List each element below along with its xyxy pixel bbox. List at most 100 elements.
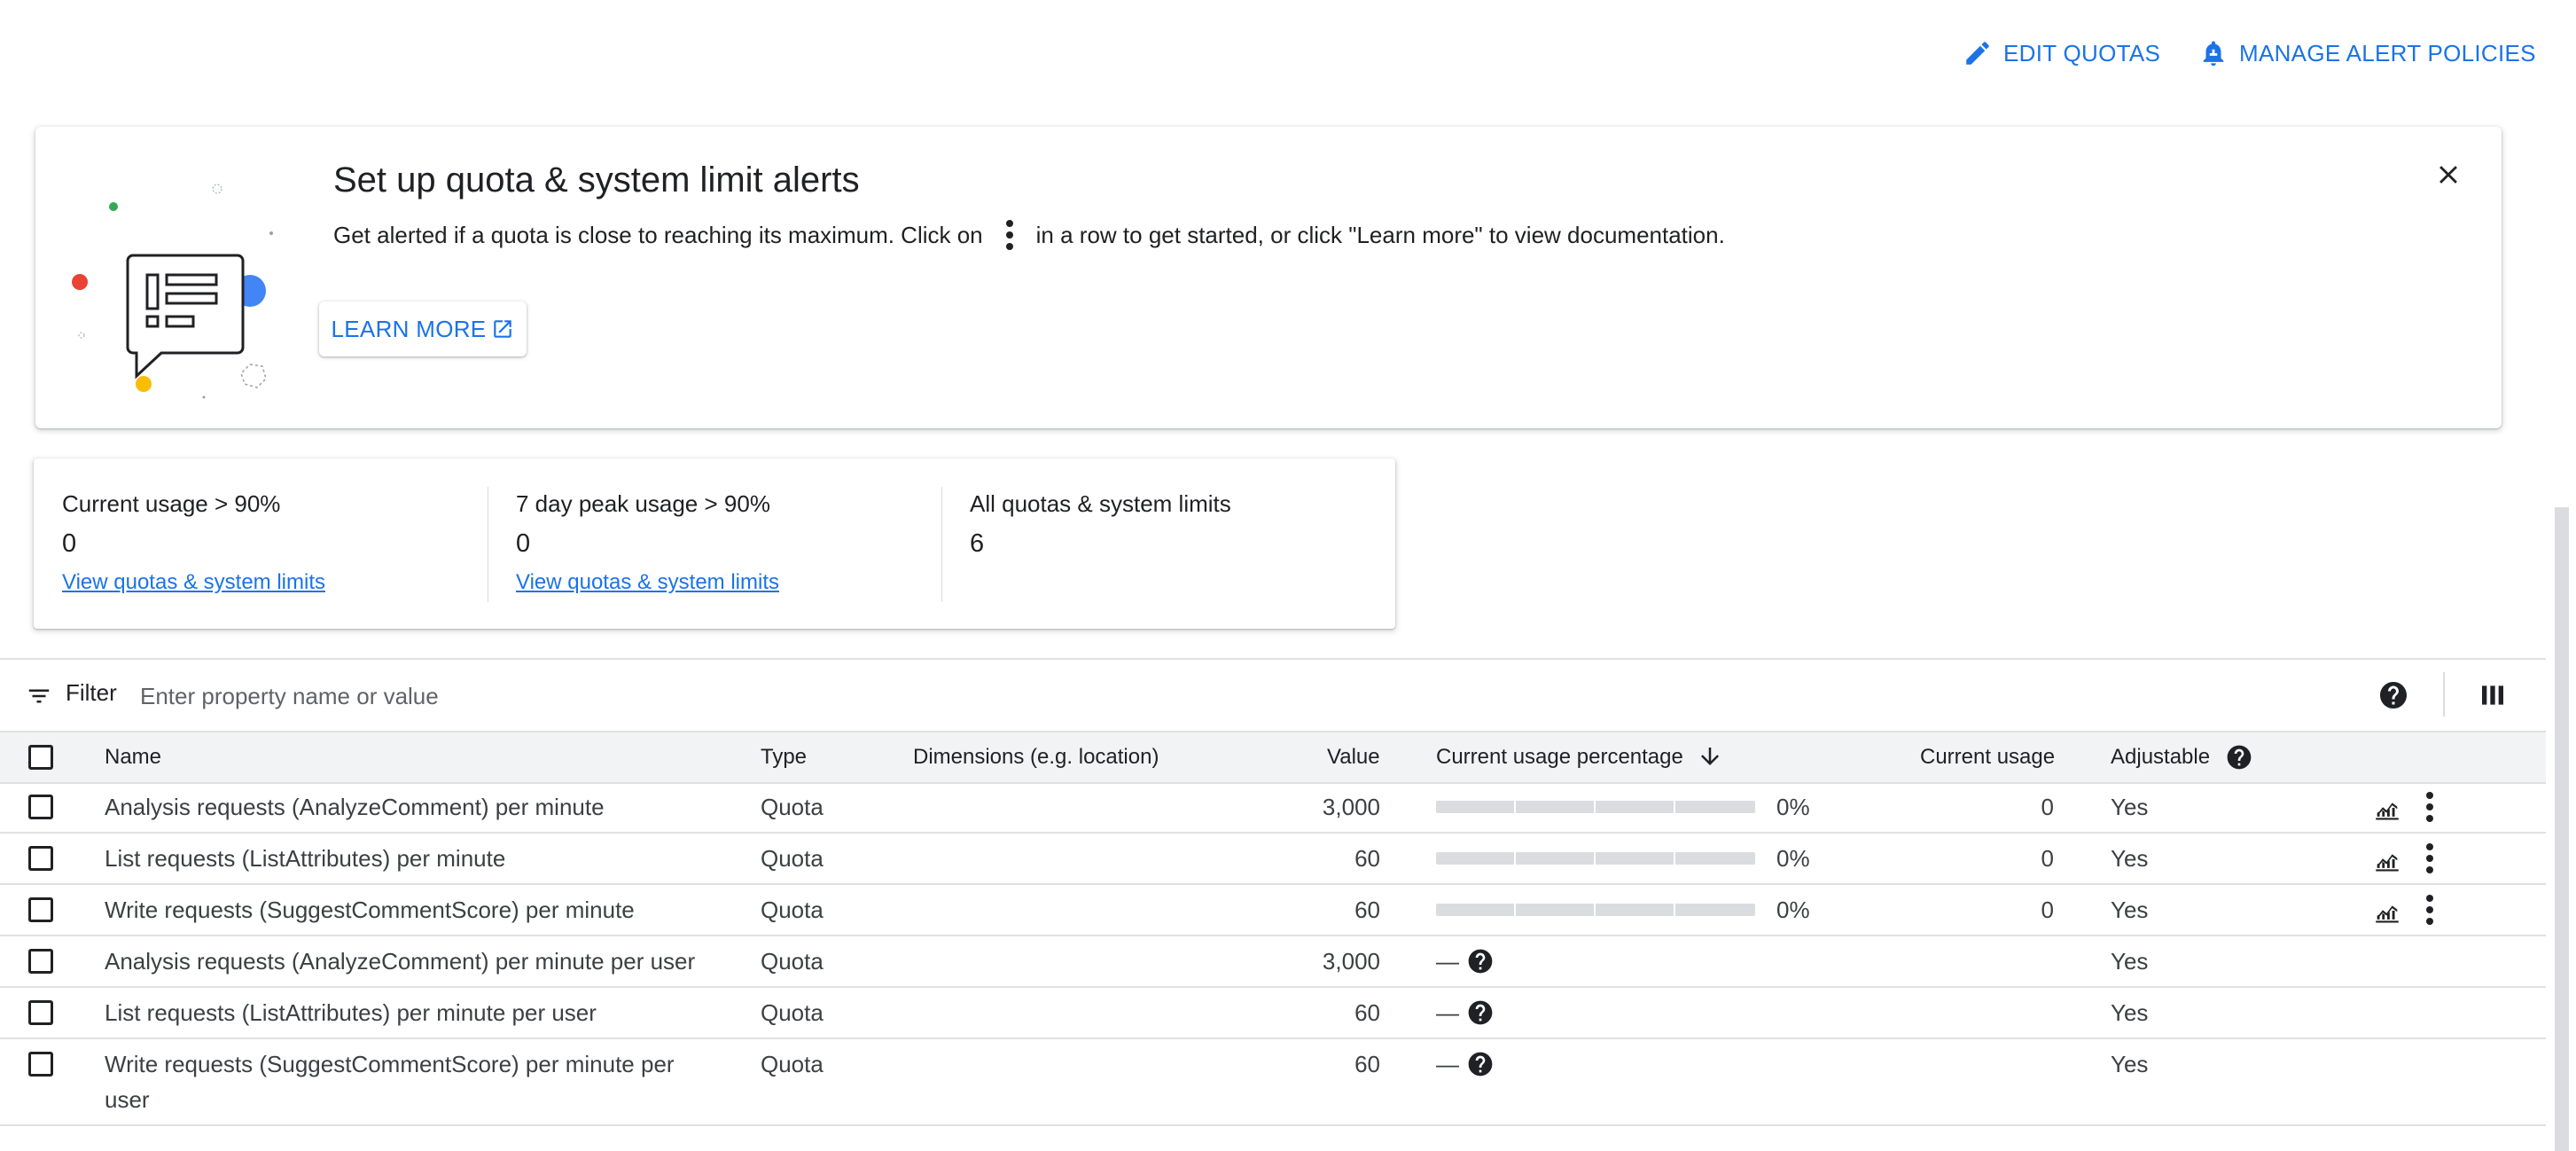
banner-description-start: Get alerted if a quota is close to reach… [333,221,983,248]
usage-progress-bar [1436,801,1755,813]
cell-name-line: user [105,1086,150,1113]
pencil-icon [1966,42,1989,65]
page-scrollbar[interactable] [2555,507,2569,1151]
monitoring-chart-icon[interactable] [2372,896,2402,926]
help-icon[interactable] [1466,998,1495,1027]
view-quotas-link[interactable]: View quotas & system limits [516,570,779,595]
bar-segment [1674,904,1675,916]
cell-value: 3,000 [1322,948,1380,975]
more-vert-icon[interactable] [2418,894,2441,926]
more-vert-icon[interactable] [2418,791,2441,823]
view-quotas-link[interactable]: View quotas & system limits [62,570,325,595]
table-row[interactable]: Analysis requests (AnalyzeComment) per m… [0,782,2546,834]
cell-type: Quota [761,897,824,923]
cell-usage-percentage: 0% [1776,794,1810,820]
row-checkbox[interactable] [28,795,53,819]
cell-name: List requests (ListAttributes) per minut… [105,845,506,872]
usage-progress-bar [1436,904,1755,916]
cell-name: Write requests (SuggestCommentScore) per… [105,897,635,923]
manage-alert-policies-label: MANAGE ALERT POLICIES [2239,39,2536,67]
bar-segment [1674,852,1675,865]
usage-progress-bar [1436,852,1755,865]
column-header-usage-percentage[interactable]: Current usage percentage [1436,745,1683,770]
row-checkbox[interactable] [28,846,53,871]
help-icon[interactable] [1466,1050,1495,1078]
help-icon[interactable] [1466,947,1495,975]
column-header-dimensions[interactable]: Dimensions (e.g. location) [913,745,1159,770]
cell-type: Quota [761,1051,824,1077]
table-row[interactable]: Write requests (SuggestCommentScore) per… [0,885,2546,936]
cell-value: 60 [1354,1051,1380,1077]
cell-value: 3,000 [1322,794,1380,820]
more-vert-icon [983,219,1036,251]
cell-type: Quota [761,794,824,820]
cell-type: Quota [761,948,824,975]
bar-segment [1514,801,1516,813]
table-row[interactable]: List requests (ListAttributes) per minut… [0,988,2546,1039]
edit-quotas-label: EDIT QUOTAS [2003,39,2161,67]
cell-current-usage: 0 [2041,794,2054,820]
table-row[interactable]: Analysis requests (AnalyzeComment) per m… [0,936,2546,988]
cell-name-line: Write requests (SuggestCommentScore) per… [105,1051,675,1077]
row-checkbox[interactable] [28,949,53,974]
usage-unavailable-dash: — [1436,948,1459,975]
sort-descending-icon[interactable] [1697,743,1723,770]
row-checkbox[interactable] [28,1052,53,1077]
cell-current-usage: 0 [2041,845,2054,872]
row-checkbox[interactable] [28,897,53,922]
more-vert-icon[interactable] [2418,842,2441,874]
alert-illustration-icon [72,184,273,399]
cell-type: Quota [761,845,824,872]
banner-description-end: in a row to get started, or click "Learn… [1035,221,1725,248]
cell-value: 60 [1354,999,1380,1026]
cell-type: Quota [761,999,824,1026]
learn-more-button[interactable]: LEARN MORE [319,301,527,356]
column-header-type[interactable]: Type [761,745,807,770]
filter-label: Filter [66,679,117,706]
filter-icon [28,689,50,703]
close-icon [2439,166,2457,184]
column-header-name[interactable]: Name [105,745,161,770]
column-header-adjustable[interactable]: Adjustable [2111,745,2210,770]
monitoring-chart-icon[interactable] [2372,844,2402,874]
cell-name: List requests (ListAttributes) per minut… [105,999,597,1026]
filter-bar: Filter [0,658,2546,732]
table-row[interactable]: Write requests (SuggestCommentScore) per… [0,1039,2546,1126]
stat-value: 6 [970,529,985,558]
stat-divider [941,487,942,602]
open-in-new-icon [494,320,512,338]
column-display-icon[interactable] [2478,681,2507,709]
monitoring-chart-icon[interactable] [2372,793,2402,823]
stat-label: 7 day peak usage > 90% [516,490,770,517]
filter-divider [2443,672,2445,716]
cell-name: Analysis requests (AnalyzeComment) per m… [105,794,605,820]
manage-alert-policies-button[interactable]: MANAGE ALERT POLICIES [2198,34,2536,73]
cell-adjustable: Yes [2111,948,2149,975]
column-header-value[interactable]: Value [1327,745,1380,770]
bar-segment [1594,904,1596,916]
cell-usage-percentage: 0% [1776,897,1810,923]
stat-label: All quotas & system limits [970,490,1231,517]
select-all-checkbox[interactable] [28,745,53,770]
help-icon[interactable] [2377,679,2409,711]
row-checkbox[interactable] [28,1000,53,1025]
filter-input[interactable] [138,670,2269,722]
cell-adjustable: Yes [2111,897,2149,923]
banner-title: Set up quota & system limit alerts [333,161,860,200]
bar-segment [1594,801,1596,813]
close-banner-button[interactable] [2429,155,2468,194]
table-header: Name Type Dimensions (e.g. location) Val… [0,731,2546,784]
usage-unavailable-dash: — [1436,999,1459,1026]
alert-setup-banner: Set up quota & system limit alerts Get a… [35,127,2502,428]
cell-value: 60 [1354,897,1380,923]
bar-segment [1514,904,1516,916]
table-row[interactable]: List requests (ListAttributes) per minut… [0,834,2546,885]
column-header-current-usage[interactable]: Current usage [1920,745,2055,770]
help-icon[interactable] [2225,743,2253,771]
alert-bell-icon [2203,41,2224,67]
stat-label: Current usage > 90% [62,490,281,517]
cell-adjustable: Yes [2111,794,2149,820]
cell-adjustable: Yes [2111,999,2149,1026]
cell-adjustable: Yes [2111,845,2149,872]
edit-quotas-button[interactable]: EDIT QUOTAS [1963,34,2160,73]
